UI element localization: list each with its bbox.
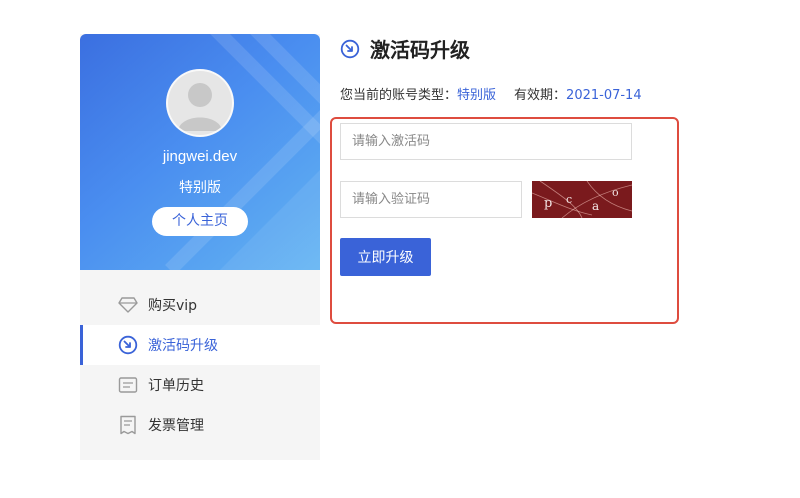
account-type-label: 您当前的账号类型：	[340, 88, 458, 103]
account-info: 您当前的账号类型：特别版 有效期：2021-07-14	[340, 84, 642, 103]
sidebar-item-label: 发票管理	[148, 418, 204, 434]
username: jingwei.dev	[162, 148, 238, 165]
sidebar-item-order-history[interactable]: 订单历史	[80, 365, 320, 405]
expiry-value: 2021-07-14	[566, 88, 642, 103]
expiry-label: 有效期：	[514, 88, 567, 103]
profile-card: jingwei.dev 特别版 个人主页	[80, 34, 320, 270]
sidebar-item-label: 订单历史	[148, 378, 204, 394]
captcha-char: o	[612, 186, 619, 199]
page-title: 激活码升级	[370, 38, 470, 62]
sidebar: jingwei.dev 特别版 个人主页 购买vip 激活码升级 订单历史 发票…	[80, 34, 320, 460]
sidebar-item-invoice-management[interactable]: 发票管理	[80, 405, 320, 445]
activation-code-input[interactable]	[340, 123, 632, 160]
order-history-icon	[118, 375, 138, 395]
sidebar-item-buy-vip[interactable]: 购买vip	[80, 285, 320, 325]
captcha-char: a	[592, 199, 599, 213]
sidebar-item-label: 激活码升级	[148, 338, 218, 354]
upgrade-icon	[118, 335, 138, 355]
sidebar-menu: 购买vip 激活码升级 订单历史 发票管理	[80, 285, 320, 445]
upgrade-now-button[interactable]: 立即升级	[340, 238, 431, 276]
page-header: 激活码升级	[340, 34, 470, 63]
user-placeholder-icon	[178, 83, 222, 131]
sidebar-item-activation-upgrade[interactable]: 激活码升级	[80, 325, 320, 365]
captcha-image[interactable]: p c a o	[532, 181, 632, 218]
captcha-char: p	[544, 196, 552, 211]
account-type-value: 特别版	[457, 88, 497, 103]
account-type-label: 特别版	[179, 180, 221, 196]
captcha-char: c	[566, 193, 572, 206]
diamond-icon	[118, 295, 138, 315]
profile-home-button[interactable]: 个人主页	[152, 207, 248, 236]
upgrade-icon	[340, 39, 360, 59]
sidebar-item-label: 购买vip	[148, 298, 198, 314]
captcha-input[interactable]	[340, 181, 522, 218]
invoice-icon	[118, 415, 138, 435]
avatar[interactable]	[166, 69, 234, 137]
